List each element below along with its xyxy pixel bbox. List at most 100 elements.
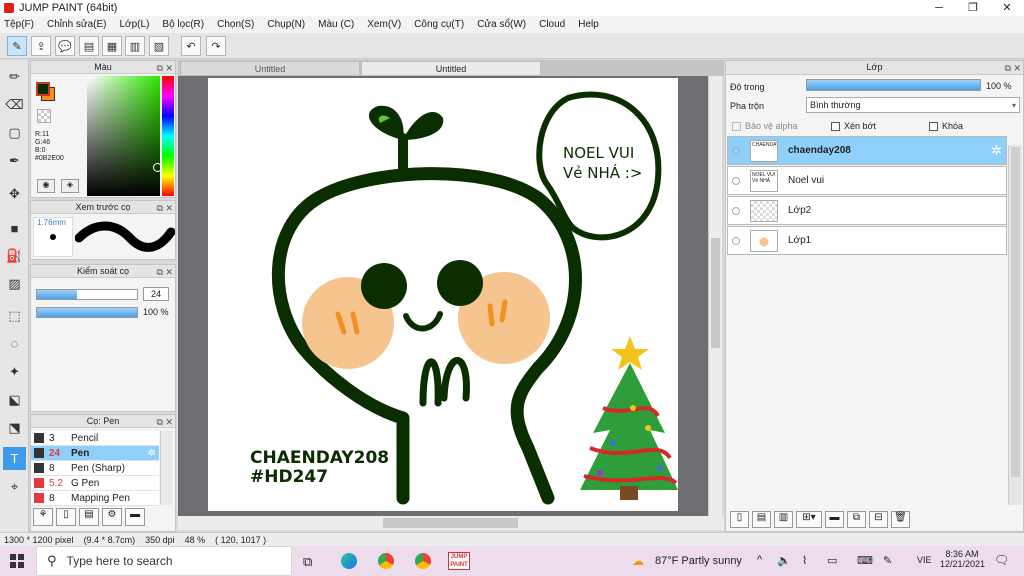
transparent-swatch[interactable]	[37, 109, 51, 123]
grid-icon[interactable]: ▧	[149, 36, 169, 56]
eraser-tool-icon[interactable]: ⌫	[3, 93, 26, 116]
copy-layer-icon[interactable]: ⧉	[847, 510, 866, 528]
brush-folder-icon[interactable]: ▬	[125, 508, 145, 526]
taskbar-search-box[interactable]: ⚲ Type here to search	[36, 546, 292, 576]
panel-buttons-icon[interactable]: ⧉ ✕	[1005, 62, 1021, 75]
horizontal-scroll-thumb[interactable]	[383, 518, 518, 528]
layer-opacity-slider[interactable]	[806, 79, 981, 91]
comment-icon[interactable]: 💬	[55, 36, 75, 56]
layer-row-chaenday208[interactable]: CHAENDAY208 chaenday208 ✲	[727, 136, 1007, 165]
menu-cloud[interactable]: Cloud	[539, 19, 565, 30]
gradient-tool-icon[interactable]: ▨	[3, 272, 26, 295]
panel-buttons-icon[interactable]: ⧉ ✕	[157, 62, 173, 75]
menu-layer[interactable]: Lớp(L)	[120, 19, 150, 30]
brush-item-pencil[interactable]: 3 Pencil	[31, 431, 159, 446]
close-button[interactable]: ✕	[990, 0, 1024, 16]
page-icon[interactable]: ▦	[102, 36, 122, 56]
saturation-value-picker[interactable]	[87, 76, 160, 196]
chevron-up-icon[interactable]: ^	[757, 554, 762, 566]
menu-view[interactable]: Xem(V)	[367, 19, 401, 30]
drawing-canvas[interactable]: NOEL VUI Vẻ NHÁ :> CHAENDAY208 #HD247	[208, 78, 678, 511]
bucket-tool-icon[interactable]: ⛽	[3, 244, 26, 267]
undo-icon[interactable]: ↶	[181, 36, 201, 56]
layer-visibility-icon[interactable]	[732, 176, 740, 185]
new-layer-1bit-icon[interactable]: ▥	[774, 510, 793, 528]
brush-item-g-pen[interactable]: 5.2 G Pen	[31, 476, 159, 491]
brush-settings-icon[interactable]: ⚙	[102, 508, 122, 526]
maximize-button[interactable]: ❐	[956, 0, 990, 16]
layer-visibility-icon[interactable]	[732, 146, 740, 155]
brush-tool-icon[interactable]: ✏	[3, 65, 26, 88]
layer-folder-icon[interactable]: ▬	[825, 510, 844, 528]
layer-visibility-icon[interactable]	[732, 206, 740, 215]
text-tool-icon[interactable]: T	[3, 447, 26, 470]
magic-wand-tool-icon[interactable]: ✦	[3, 360, 26, 383]
minimize-button[interactable]: ─	[922, 0, 956, 16]
color-cursor[interactable]	[153, 163, 162, 172]
brush-add-icon[interactable]: ⚘	[33, 508, 53, 526]
menu-edit[interactable]: Chỉnh sửa(E)	[47, 19, 107, 30]
blend-mode-select[interactable]: Bình thường ▾	[806, 97, 1020, 113]
chat-icon[interactable]: ▤	[79, 36, 99, 56]
layer-settings-gear-icon[interactable]: ✲	[991, 143, 1002, 159]
layer-row-lop2[interactable]: Lớp2	[727, 196, 1007, 225]
menu-help[interactable]: Help	[578, 19, 599, 30]
document-icon[interactable]: ▥	[125, 36, 145, 56]
canvas-horizontal-scrollbar[interactable]	[178, 516, 724, 530]
pen-tool-icon[interactable]: ✒	[3, 149, 26, 172]
menu-select[interactable]: Chọn(S)	[217, 19, 254, 30]
export-icon[interactable]: ⇪	[31, 36, 51, 56]
new-layer-8bit-icon[interactable]: ▤	[752, 510, 771, 528]
panel-buttons-icon[interactable]: ⧉ ✕	[157, 202, 173, 215]
jump-paint-taskbar-icon[interactable]: JUMP PAINT	[448, 552, 470, 570]
brush-size-input[interactable]: 24	[143, 287, 169, 301]
eyedropper-tool-icon[interactable]: ⌖	[3, 475, 26, 498]
palette-icon[interactable]: ◉	[37, 179, 55, 193]
wifi-icon[interactable]: ⌇	[802, 554, 807, 567]
move-tool-icon[interactable]: ✥	[3, 182, 26, 205]
chrome-icon[interactable]	[378, 553, 394, 569]
hue-slider[interactable]	[162, 76, 174, 196]
clock[interactable]: 8:36 AM 12/21/2021	[940, 549, 985, 569]
task-view-icon[interactable]: ⧉	[303, 554, 312, 570]
edge-browser-icon[interactable]	[341, 553, 357, 569]
panel-buttons-icon[interactable]: ⧉ ✕	[157, 266, 173, 279]
canvas-vertical-scrollbar[interactable]	[708, 76, 722, 516]
layer-row-lop1[interactable]: Lớp1	[727, 226, 1007, 255]
keyboard-icon[interactable]: ⌨	[857, 554, 873, 567]
clipping-checkbox[interactable]	[831, 121, 840, 131]
foreground-color-swatch[interactable]	[36, 82, 50, 96]
brush-new-icon[interactable]: ▯	[56, 508, 76, 526]
brush-list-scrollbar[interactable]	[160, 431, 172, 505]
pen-pressure-icon[interactable]: ✎	[7, 36, 27, 56]
menu-capture[interactable]: Chụp(N)	[267, 19, 305, 30]
brush-item-pen[interactable]: 24 Pen ✲	[31, 446, 159, 461]
brush-item-pen-sharp[interactable]: 8 Pen (Sharp)	[31, 461, 159, 476]
brush-copy-icon[interactable]: ▤	[79, 508, 99, 526]
settings-gear-icon[interactable]: ✲	[148, 448, 156, 459]
brush-opacity-slider[interactable]	[36, 307, 138, 318]
language-indicator[interactable]: VIE	[917, 555, 932, 565]
tab-untitled-1[interactable]: Untitled	[180, 61, 360, 76]
panel-buttons-icon[interactable]: ⧉ ✕	[157, 416, 173, 429]
add-layer-menu-icon[interactable]: ⊞▾	[796, 510, 822, 528]
color-mix-icon[interactable]: ◈	[61, 179, 79, 193]
lock-checkbox[interactable]	[929, 121, 938, 131]
fill-rect-tool-icon[interactable]: ■	[3, 217, 26, 240]
layer-list-scrollbar[interactable]	[1008, 145, 1022, 505]
notification-icon[interactable]: 🗨	[994, 553, 1009, 567]
layer-row-noel-vui[interactable]: NOEL VUI Vẻ NHÁ Noel vui	[727, 166, 1007, 195]
new-layer-icon[interactable]: ▯	[730, 510, 749, 528]
merge-layer-icon[interactable]: ⊟	[869, 510, 888, 528]
lasso-tool-icon[interactable]: ◌	[3, 332, 26, 355]
delete-layer-icon[interactable]: 🗑	[891, 510, 910, 528]
vertical-scroll-thumb[interactable]	[711, 238, 720, 348]
windows-start-icon[interactable]	[10, 554, 24, 568]
menu-window[interactable]: Cửa sổ(W)	[477, 19, 526, 30]
menu-color[interactable]: Màu (C)	[318, 19, 354, 30]
tab-untitled-2[interactable]: Untitled	[361, 61, 541, 76]
chrome-profile-icon[interactable]	[415, 553, 431, 569]
weather-text[interactable]: 87°F Partly sunny	[655, 555, 742, 567]
battery-icon[interactable]: ▭	[827, 554, 837, 567]
layer-scroll-thumb[interactable]	[1011, 147, 1020, 477]
